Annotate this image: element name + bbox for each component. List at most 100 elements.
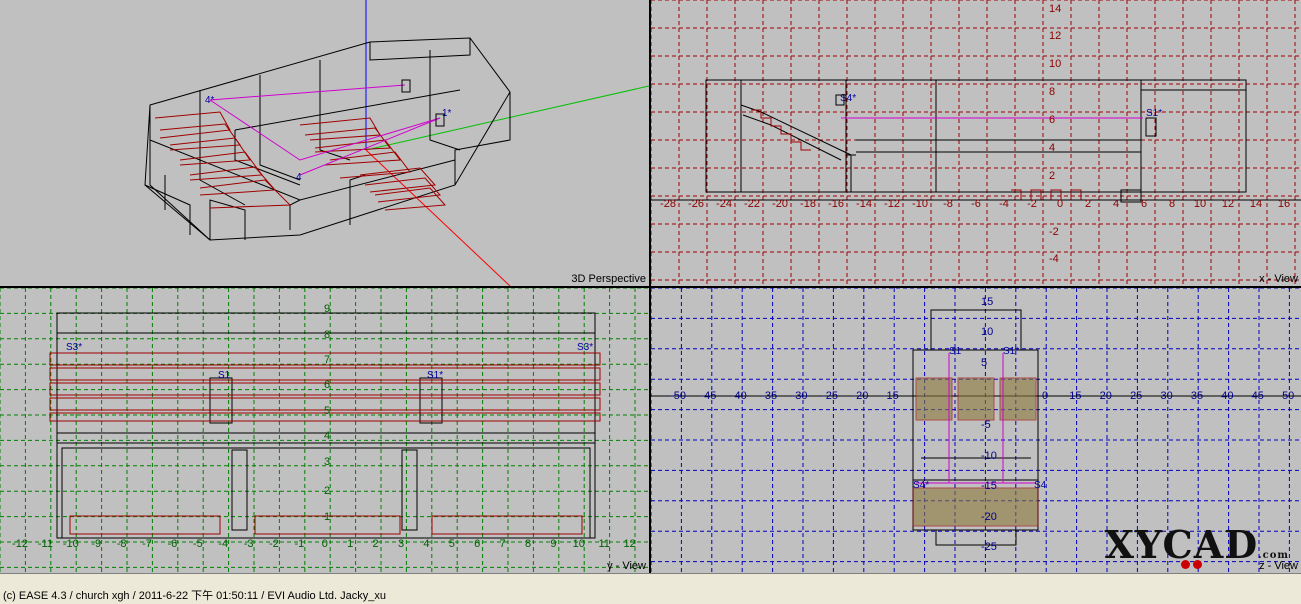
seating-blocks xyxy=(154,111,447,211)
x-view-h-tick: 12 xyxy=(1222,198,1234,210)
svg-text:4*: 4* xyxy=(205,95,215,106)
x-view-h-tick: -10 xyxy=(912,198,928,210)
y-view-h-tick: -3 xyxy=(244,538,254,550)
y-view-h-tick: -1 xyxy=(295,538,305,550)
xycad-logo: XYCAD.com xyxy=(1104,522,1289,569)
x-view-canvas[interactable]: S4* S1* -28 -26 -24 -22 -20 -18 -16 -14 -12 -10 -8… xyxy=(651,0,1301,286)
x-view-h-tick: -22 xyxy=(744,198,760,210)
logo-text: XYCAD xyxy=(1104,522,1259,567)
y-view-h-tick: 12 xyxy=(623,538,635,550)
marker-s1-star: S1* xyxy=(1003,346,1019,357)
logo-suffix: .com xyxy=(1258,550,1289,561)
x-view-h-tick: -4 xyxy=(999,198,1009,210)
y-view-h-tick: -6 xyxy=(168,538,178,550)
z-view-v-tick: -5 xyxy=(981,419,991,431)
viewport-y-view[interactable]: S3* S3* S1 S1* -12 -11 -10 -9 -8 -7 -6 -5 -4 -3 -2… xyxy=(0,288,649,573)
path-lines xyxy=(209,84,441,176)
x-view-h-tick: 16 xyxy=(1278,198,1290,210)
z-view-v-tick: -20 xyxy=(981,511,997,523)
viewport-label-y: y - View xyxy=(607,560,646,572)
z-view-h-tick: -25 xyxy=(822,390,838,402)
x-view-h-tick: 2 xyxy=(1085,198,1091,210)
x-view-h-tick: -6 xyxy=(971,198,981,210)
y-view-h-tick: 4 xyxy=(423,538,429,550)
x-view-v-tick: 8 xyxy=(1049,86,1055,98)
y-view-building xyxy=(56,312,596,539)
y-view-h-tick: -12 xyxy=(12,538,28,550)
marker-s4: S4 xyxy=(1034,480,1047,491)
x-view-h-tick: -8 xyxy=(943,198,953,210)
z-view-h-tick: -50 xyxy=(670,390,686,402)
z-view-h-tick: -20 xyxy=(852,390,868,402)
x-view-v-tick: 12 xyxy=(1049,30,1061,42)
z-view-v-tick: -25 xyxy=(981,541,997,553)
y-view-v-tick: 5 xyxy=(324,405,330,417)
y-view-h-tick: 2 xyxy=(373,538,379,550)
marker-s1: S1 xyxy=(949,346,962,357)
x-view-h-tick: -12 xyxy=(884,198,900,210)
y-view-h-tick: 11 xyxy=(598,538,609,550)
viewport-x-view[interactable]: S4* S1* -28 -26 -24 -22 -20 -18 -16 -14 -12 -10 -8… xyxy=(651,0,1301,286)
x-view-v-tick: 10 xyxy=(1049,58,1061,70)
x-view-h-tick: 8 xyxy=(1169,198,1175,210)
y-view-h-tick: -5 xyxy=(193,538,203,550)
x-view-h-tick: 4 xyxy=(1113,198,1119,210)
x-view-seats xyxy=(751,109,1082,201)
viewport-3d-perspective[interactable]: 4* 4 1* 3D Perspective xyxy=(0,0,649,286)
y-view-canvas[interactable]: S3* S3* S1 S1* -12 -11 -10 -9 -8 -7 -6 -5 -4 -3 -2… xyxy=(0,288,649,573)
x-view-h-tick: 10 xyxy=(1194,198,1206,210)
x-view-marker-labels: S4* S1* xyxy=(840,93,1162,119)
z-view-v-tick: 5 xyxy=(981,357,987,369)
x-view-h-tick: 6 xyxy=(1141,198,1147,210)
svg-text:4: 4 xyxy=(296,172,302,183)
y-view-h-tick: -8 xyxy=(117,538,127,550)
x-view-v-tick: 6 xyxy=(1049,114,1055,126)
marker-s1: S1 xyxy=(218,370,231,381)
z-view-h-tick: -45 xyxy=(700,390,716,402)
y-view-h-tick: 7 xyxy=(500,538,506,550)
x-view-h-tick: 0 xyxy=(1057,198,1063,210)
z-view-h-tick: -40 xyxy=(731,390,747,402)
z-view-h-tick: 25 xyxy=(1130,390,1142,402)
x-view-grid xyxy=(651,0,1301,286)
x-view-v-tick: 4 xyxy=(1049,142,1055,154)
z-view-h-tick: -35 xyxy=(761,390,777,402)
y-view-h-tick: 3 xyxy=(398,538,404,550)
y-view-h-tick: -7 xyxy=(142,538,152,550)
y-view-h-tick: 1 xyxy=(347,538,353,550)
viewport-label-x: x - View xyxy=(1259,273,1298,285)
3d-markers: 4* 4 1* xyxy=(205,79,452,183)
y-view-v-tick: 4 xyxy=(324,430,330,442)
z-view-h-tick: -15 xyxy=(883,390,899,402)
viewport-label-perspective: 3D Perspective xyxy=(571,273,646,285)
z-view-h-tick: 15 xyxy=(1069,390,1081,402)
x-view-building xyxy=(705,79,1247,203)
y-view-v-tick: 7 xyxy=(324,354,330,366)
y-view-h-tick: -10 xyxy=(63,538,79,550)
z-view-h-tick: 20 xyxy=(1100,390,1112,402)
z-view-h-tick: 0 xyxy=(1042,390,1048,402)
x-view-h-tick: 14 xyxy=(1250,198,1262,210)
x-view-tick-labels: -28 -26 -24 -22 -20 -18 -16 -14 -12 -10 -8 -6 -4 -2 0 2… xyxy=(660,3,1290,265)
status-bar: (c) EASE 4.3 / church xgh / 2011-6-22 下午… xyxy=(0,573,1301,604)
x-view-h-tick: -24 xyxy=(716,198,732,210)
z-view-h-tick: 45 xyxy=(1252,390,1264,402)
z-view-v-tick: 15 xyxy=(981,296,993,308)
x-view-h-tick: -16 xyxy=(828,198,844,210)
y-view-h-tick: -2 xyxy=(269,538,279,550)
y-view-v-tick: 9 xyxy=(324,303,330,315)
x-view-h-tick: -2 xyxy=(1027,198,1037,210)
viewport-separator-horizontal[interactable] xyxy=(0,286,1301,288)
viewport-z-view[interactable]: S1 S1* S4* S4 -50 -45 -40 -35 -30 -25 -20 -15 0 1… xyxy=(651,288,1301,573)
z-view-h-tick: 35 xyxy=(1191,390,1203,402)
z-view-h-tick: 50 xyxy=(1282,390,1294,402)
z-view-v-tick: -10 xyxy=(981,450,997,462)
perspective-canvas[interactable]: 4* 4 1* xyxy=(0,0,649,286)
y-view-h-tick: -9 xyxy=(91,538,101,550)
x-view-h-tick: -26 xyxy=(688,198,704,210)
y-view-h-tick: 9 xyxy=(550,538,556,550)
y-view-h-tick: 0 xyxy=(322,538,328,550)
status-text: (c) EASE 4.3 / church xgh / 2011-6-22 下午… xyxy=(3,590,386,602)
marker-s4-star: S4* xyxy=(913,480,929,491)
x-view-h-tick: -20 xyxy=(772,198,788,210)
